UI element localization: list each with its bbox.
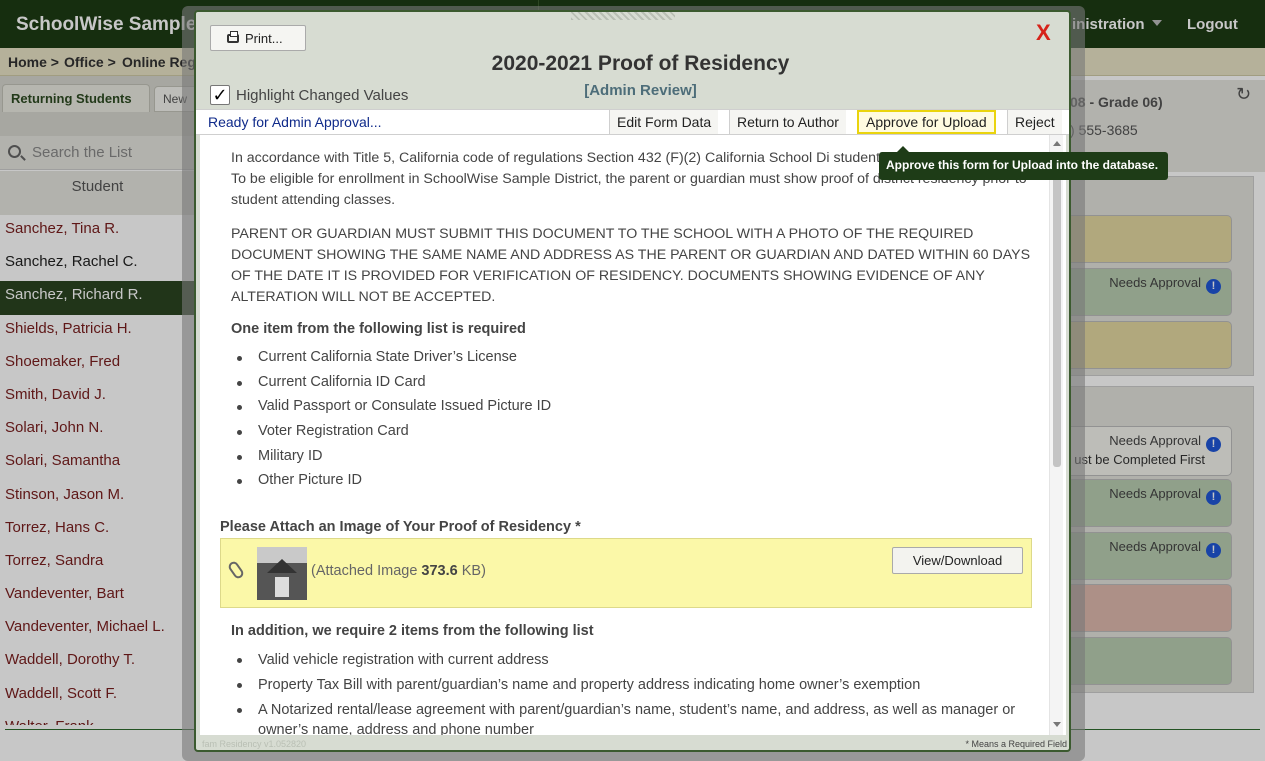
modal-title: 2020-2021 Proof of Residency [491, 52, 790, 75]
attachment-label: Please Attach an Image of Your Proof of … [220, 519, 581, 535]
additional-docs-list: Valid vehicle registration with current … [231, 650, 1021, 735]
list-item: Valid Passport or Consulate Issued Pictu… [231, 398, 551, 423]
list-item: Valid vehicle registration with current … [231, 650, 1021, 670]
list-item: Other Picture ID [231, 472, 551, 497]
proof-of-residency-modal: Print... X 2020-2021 Proof of Residency … [194, 10, 1071, 752]
scroll-down-icon[interactable] [1053, 722, 1061, 727]
required-field-note: * Means a Required Field [965, 739, 1067, 749]
attachment-box: (Attached Image 373.6 KB) View/Download [220, 538, 1032, 608]
modal-footer: fam Residency v1.052820 * Means a Requir… [196, 736, 1069, 750]
view-download-button[interactable]: View/Download [892, 547, 1023, 574]
list-item: Current California ID Card [231, 374, 551, 399]
highlight-changes-checkbox[interactable]: ✓ [210, 85, 230, 105]
required-id-list: Current California State Driver’s Licens… [231, 349, 551, 497]
list-item: A Notarized rental/lease agreement with … [231, 700, 1021, 735]
drag-handle[interactable] [571, 12, 675, 20]
attachment-thumbnail[interactable] [257, 547, 307, 600]
scroll-up-icon[interactable] [1053, 141, 1061, 146]
approve-tooltip: Approve this form for Upload into the da… [879, 146, 1168, 180]
attachment-info: (Attached Image 373.6 KB) [311, 563, 486, 579]
content-scrollbar[interactable] [1049, 135, 1063, 735]
review-toolbar: Ready for Admin Approval... Edit Form Da… [196, 109, 1069, 135]
close-icon[interactable]: X [1036, 20, 1051, 46]
reject-button[interactable]: Reject [1007, 110, 1062, 134]
list-item: Military ID [231, 448, 551, 473]
form-content: In accordance with Title 5, California c… [200, 135, 1066, 735]
list-item: Voter Registration Card [231, 423, 551, 448]
list2-heading: In addition, we require 2 items from the… [231, 623, 594, 639]
review-status: Ready for Admin Approval... [208, 114, 382, 130]
return-to-author-button[interactable]: Return to Author [729, 110, 846, 134]
approve-for-upload-button[interactable]: Approve for Upload [857, 110, 996, 134]
version-label: fam Residency v1.052820 [202, 739, 307, 749]
print-button[interactable]: Print... [210, 25, 306, 51]
paperclip-icon [226, 559, 246, 581]
highlight-changes-label[interactable]: Highlight Changed Values [236, 87, 408, 104]
notice-paragraph: PARENT OR GUARDIAN MUST SUBMIT THIS DOCU… [231, 226, 1031, 305]
attachment-size: 373.6 [421, 563, 458, 579]
edit-form-data-button[interactable]: Edit Form Data [609, 110, 719, 134]
scroll-thumb[interactable] [1053, 155, 1061, 467]
print-label: Print... [245, 31, 283, 46]
printer-icon [227, 31, 239, 43]
list1-heading: One item from the following list is requ… [231, 321, 526, 337]
list-item: Property Tax Bill with parent/guardian’s… [231, 675, 1021, 695]
list-item: Current California State Driver’s Licens… [231, 349, 551, 374]
